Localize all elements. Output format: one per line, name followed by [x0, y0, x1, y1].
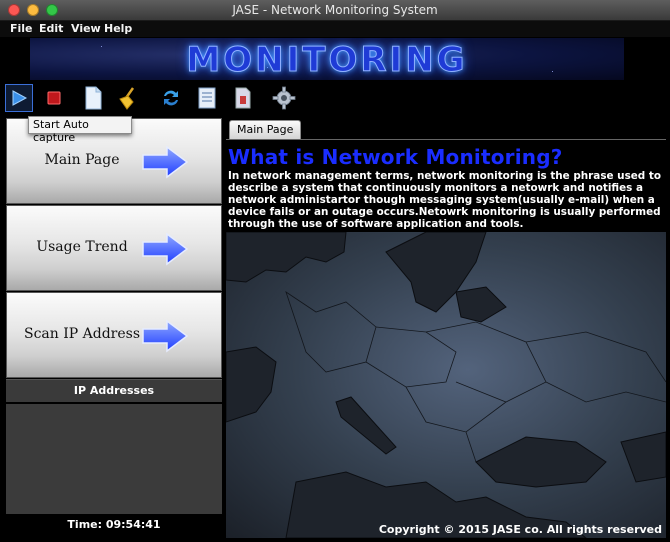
export-button[interactable] — [229, 84, 257, 112]
ip-addresses-header: IP Addresses — [6, 379, 222, 402]
arrow-right-icon — [142, 319, 189, 353]
clear-button[interactable] — [114, 84, 142, 112]
map-landmass — [226, 232, 666, 538]
menu-bar: File Edit View Help — [0, 21, 670, 37]
clock-time: Time: 09:54:41 — [67, 518, 161, 531]
toolbar — [0, 82, 670, 116]
europe-map-image: Copyright © 2015 JASE co. All rights res… — [226, 232, 666, 538]
report-button[interactable] — [193, 84, 221, 112]
gear-icon — [272, 86, 296, 110]
menu-help[interactable]: Help — [104, 22, 132, 35]
arrow-right-icon — [142, 145, 189, 179]
page-title: What is Network Monitoring? — [228, 145, 563, 169]
window-title: JASE - Network Monitoring System — [232, 3, 438, 17]
main-panel: Main Page What is Network Monitoring? In… — [226, 118, 666, 538]
file-export-icon — [235, 87, 251, 109]
usage-trend-button[interactable]: Usage Trend — [6, 205, 222, 291]
description-text: In network management terms, network mon… — [228, 170, 661, 230]
menu-view[interactable]: View — [71, 22, 101, 35]
report-icon — [198, 87, 216, 109]
main-page-label: Main Page — [44, 152, 120, 168]
menu-edit[interactable]: Edit — [39, 22, 63, 35]
scan-ip-label: Scan IP Address — [23, 326, 141, 342]
title-bar: JASE - Network Monitoring System — [0, 0, 670, 21]
play-icon — [12, 90, 28, 106]
banner-text: MONITORING — [186, 40, 468, 81]
stop-capture-button[interactable] — [40, 84, 68, 112]
scan-ip-address-button[interactable]: Scan IP Address — [6, 292, 222, 378]
refresh-button[interactable] — [157, 84, 185, 112]
sidebar: Main Page Usage Trend Scan IP Address IP… — [6, 118, 222, 538]
tab-divider — [226, 139, 666, 140]
usage-trend-label: Usage Trend — [36, 239, 128, 255]
settings-button[interactable] — [270, 84, 298, 112]
copyright-notice: Copyright © 2015 JASE co. All rights res… — [378, 523, 662, 536]
tab-main-page[interactable]: Main Page — [229, 120, 302, 139]
monitoring-banner: MONITORING — [30, 38, 624, 80]
refresh-icon — [164, 90, 178, 106]
document-icon — [85, 86, 102, 110]
toolbar-tooltip: Start Auto capture — [28, 116, 132, 144]
menu-file[interactable]: File — [10, 22, 33, 35]
broom-icon — [119, 87, 135, 110]
ip-addresses-list[interactable] — [6, 404, 222, 514]
start-capture-button[interactable] — [5, 84, 33, 112]
new-document-button[interactable] — [79, 84, 107, 112]
stop-icon — [47, 91, 61, 105]
arrow-right-icon — [142, 232, 189, 266]
